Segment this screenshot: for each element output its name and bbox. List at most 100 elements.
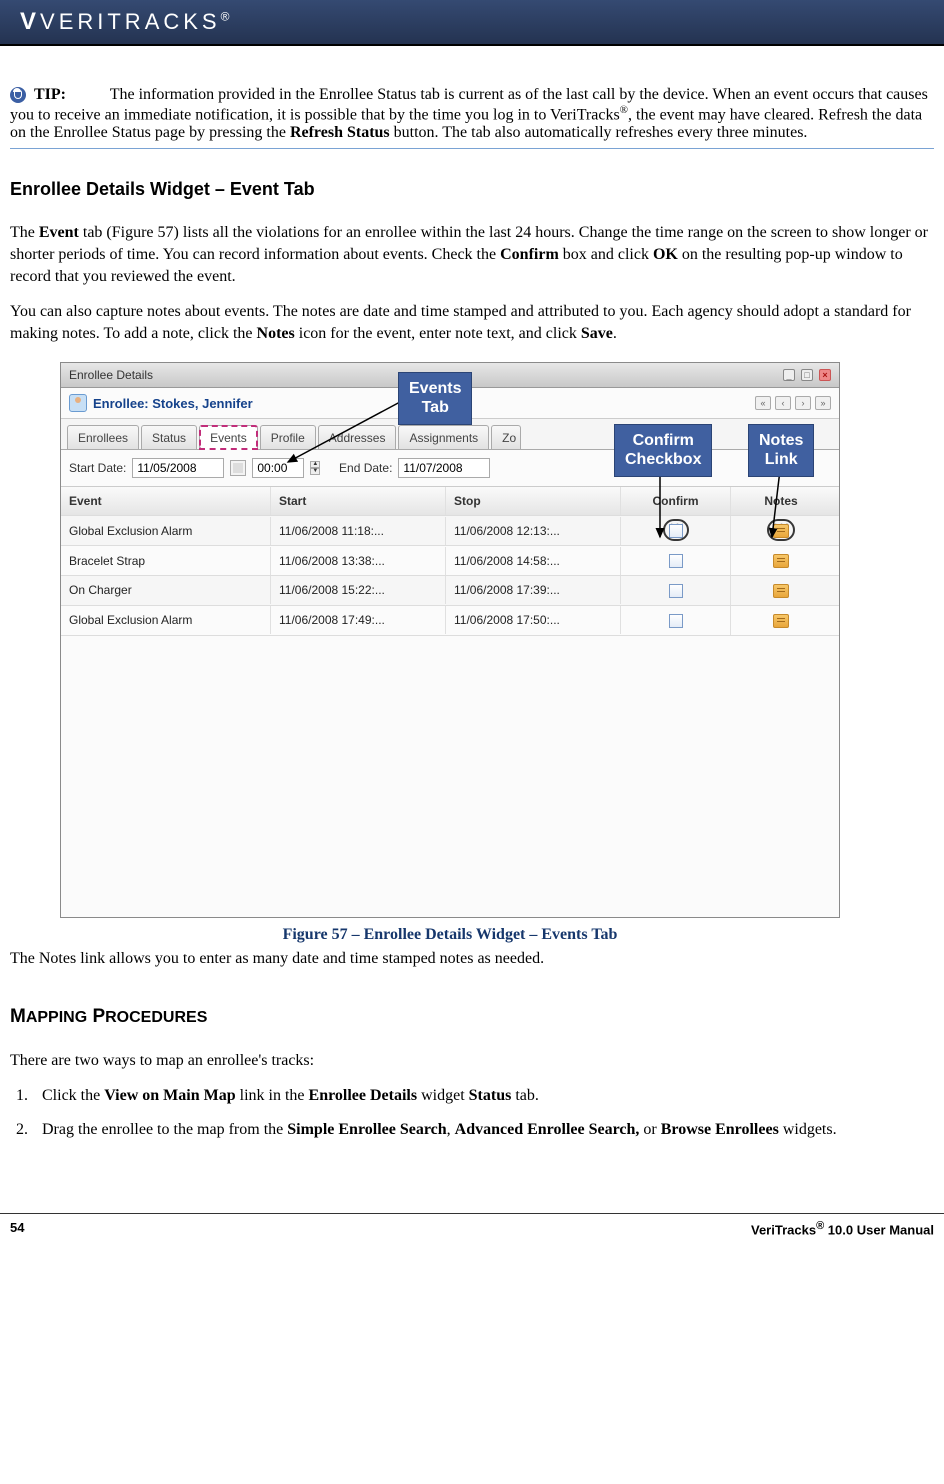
mapping-steps: Click the View on Main Map link in the E… [32,1085,934,1140]
callout-events-text: EventsTab [409,380,461,415]
refresh-status-bold: Refresh Status [290,124,390,141]
manual-title: VeriTracks® 10.0 User Manual [751,1220,934,1237]
cell-start: 11/06/2008 11:18:... [271,517,446,545]
date-filter-row: Start Date: ▲▼ End Date: [61,450,839,487]
map-intro: There are two ways to map an enrollee's … [10,1050,934,1072]
paragraph-3: The Notes link allows you to enter as ma… [10,948,934,970]
p1-a: The [10,224,39,241]
nav-icons: « ‹ › » [755,396,831,410]
page-footer: 54 VeriTracks® 10.0 User Manual [0,1213,944,1251]
heading-event-tab: Enrollee Details Widget – Event Tab [10,179,934,200]
save-bold: Save [581,325,613,342]
person-icon [69,394,87,412]
tab-assignments[interactable]: Assignments [398,425,489,449]
confirm-bold: Confirm [500,246,559,263]
table-row: On Charger 11/06/2008 15:22:... 11/06/20… [61,576,839,606]
tab-zones-cut[interactable]: Zo [491,425,521,449]
advanced-search-bold: Advanced Enrollee Search, [455,1121,640,1138]
start-date-input[interactable] [132,458,224,478]
prev-icon[interactable]: ‹ [775,396,791,410]
tip-box: TIP: The information provided in the Enr… [10,86,934,142]
close-icon[interactable]: × [819,369,831,381]
paragraph-1: The Event tab (Figure 57) lists all the … [10,222,934,287]
minimize-icon[interactable]: _ [783,369,795,381]
cell-start: 11/06/2008 17:49:... [271,606,446,634]
col-confirm: Confirm [621,487,731,515]
page-number: 54 [10,1220,24,1237]
table-row: Global Exclusion Alarm 11/06/2008 17:49:… [61,606,839,636]
p2-e: . [613,325,617,342]
page-content: TIP: The information provided in the Enr… [0,46,944,1163]
p2-c: icon for the event, enter note text, and… [295,325,581,342]
tab-events[interactable]: Events [199,425,258,450]
cell-notes [731,606,831,635]
paragraph-2: You can also capture notes about events.… [10,301,934,344]
maximize-icon[interactable]: □ [801,369,813,381]
registered-mark: ® [620,104,628,116]
heading-mapping-procedures: MAPPING PROCEDURES [10,1006,934,1028]
notes-link-icon[interactable] [773,584,789,598]
notes-link-icon[interactable] [773,614,789,628]
next-icon[interactable]: › [795,396,811,410]
notes-link-icon[interactable] [773,554,789,568]
tab-profile[interactable]: Profile [260,425,316,449]
table-row: Global Exclusion Alarm 11/06/2008 11:18:… [61,516,839,546]
lightbulb-icon [10,87,26,103]
calendar-icon[interactable] [230,460,246,476]
logo: VVERITRACKS® [20,8,233,36]
browse-enrollees-bold: Browse Enrollees [661,1121,779,1138]
p1-e: box and click [559,246,653,263]
figure-caption: Figure 57 – Enrollee Details Widget – Ev… [60,926,840,944]
table-header: Event Start Stop Confirm Notes [61,487,839,516]
notes-link-icon[interactable] [773,524,789,538]
tab-status[interactable]: Status [141,425,197,449]
figure-57: Enrollee Details _ □ × Enrollee: Stokes,… [60,362,850,944]
ok-bold: OK [653,246,678,263]
col-event: Event [61,487,271,515]
cell-stop: 11/06/2008 14:58:... [446,547,621,575]
app-header: VVERITRACKS® [0,0,944,46]
cell-confirm [621,516,731,545]
tip-divider [10,148,934,149]
cell-event: Global Exclusion Alarm [61,517,271,545]
simple-search-bold: Simple Enrollee Search [287,1121,446,1138]
cell-notes [731,546,831,575]
tab-enrollees[interactable]: Enrollees [67,425,139,449]
cell-event: Global Exclusion Alarm [61,606,271,634]
status-bold: Status [469,1087,512,1104]
confirm-highlight [669,523,683,537]
confirm-checkbox[interactable] [669,584,683,598]
time-spinner[interactable]: ▲▼ [310,461,320,475]
col-notes: Notes [731,487,831,515]
col-start: Start [271,487,446,515]
callout-notes-link: NotesLink [748,424,814,477]
enrollee-details-bold: Enrollee Details [309,1087,418,1104]
confirm-checkbox[interactable] [669,554,683,568]
first-icon[interactable]: « [755,396,771,410]
callout-confirm-checkbox: ConfirmCheckbox [614,424,712,477]
confirm-checkbox[interactable] [669,614,683,628]
cell-stop: 11/06/2008 17:50:... [446,606,621,634]
view-on-main-map-bold: View on Main Map [104,1087,235,1104]
callout-events-tab: EventsTab [398,372,472,425]
cell-stop: 11/06/2008 17:39:... [446,576,621,604]
callout-notes-text: NotesLink [759,432,803,467]
start-date-label: Start Date: [69,461,126,475]
cell-notes [731,516,831,545]
list-item: Click the View on Main Map link in the E… [32,1085,934,1107]
cell-event: Bracelet Strap [61,547,271,575]
cell-start: 11/06/2008 13:38:... [271,547,446,575]
callout-confirm-text: ConfirmCheckbox [625,432,701,467]
tip-label: TIP: [34,86,66,103]
event-bold: Event [39,224,79,241]
notes-highlight [773,523,789,537]
tab-addresses[interactable]: Addresses [318,425,397,449]
last-icon[interactable]: » [815,396,831,410]
start-time-input[interactable] [252,458,304,478]
col-stop: Stop [446,487,621,515]
confirm-checkbox[interactable] [669,524,683,538]
notes-bold: Notes [257,325,295,342]
end-date-input[interactable] [398,458,490,478]
widget-title: Enrollee Details [69,368,153,382]
cell-confirm [621,576,731,605]
